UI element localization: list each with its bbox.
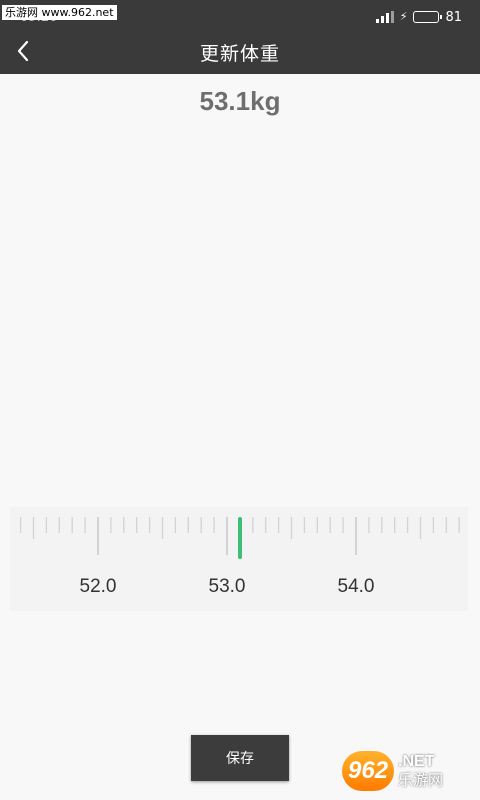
battery-icon xyxy=(413,11,443,23)
status-bar: 09:20 乐游网 www.962.net ⚡ 81 xyxy=(0,0,480,30)
weight-value: 53.1kg xyxy=(199,86,281,116)
watermark-logo: 962 .NET 乐游网 xyxy=(342,748,474,794)
logo-suffix: .NET xyxy=(398,753,435,770)
battery-level: 81 xyxy=(445,9,462,25)
logo-cn: 乐游网 xyxy=(398,771,444,789)
watermark-label: 乐游网 www.962.net xyxy=(2,5,117,20)
app-header: 09:20 乐游网 www.962.net ⚡ 81 更新体重 xyxy=(0,0,480,74)
signal-icon xyxy=(375,11,394,23)
page-title: 更新体重 xyxy=(199,43,280,65)
status-icons: ⚡ 81 xyxy=(375,8,462,26)
save-button[interactable]: 保存 xyxy=(191,735,289,781)
ruler-label: 52.0 xyxy=(80,576,117,597)
weight-ruler[interactable]: 52.053.054.05 xyxy=(10,507,468,611)
logo-brand: 962 xyxy=(342,751,395,791)
charging-icon: ⚡ xyxy=(399,10,408,23)
ruler-label: 54.0 xyxy=(338,576,375,597)
ruler-label: 53.0 xyxy=(209,576,246,597)
ruler-indicator xyxy=(238,517,242,559)
